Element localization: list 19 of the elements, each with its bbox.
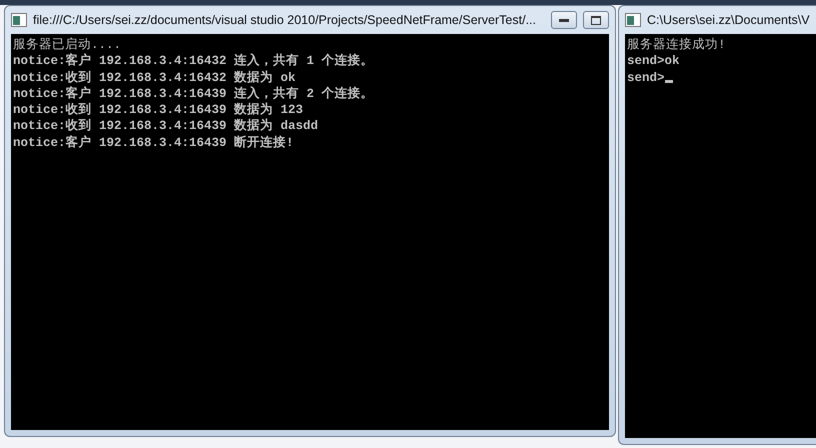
console-line: notice:客户 192.168.3.4:16439 连入，共有 2 个连接。 [13, 86, 375, 102]
console-line: notice:收到 192.168.3.4:16432 数据为 ok [13, 70, 297, 86]
console-line: notice:客户 192.168.3.4:16432 连入，共有 1 个连接。 [13, 53, 375, 70]
window-title: C:\Users\sei.zz\Documents\V [647, 12, 811, 29]
console-line: send>ok [627, 53, 681, 70]
minimize-button[interactable] [551, 11, 577, 29]
console-icon [11, 13, 27, 27]
window-title: file:///C:/Users/sei.zz/documents/visual studio 2010/Projects/SpeedNetFrame/ServerTest/... [33, 12, 537, 29]
minimize-icon [559, 18, 569, 22]
console-icon [625, 13, 641, 27]
console-line: notice:收到 192.168.3.4:16439 数据为 dasdd [13, 118, 320, 135]
console-line: notice:收到 192.168.3.4:16439 数据为 123 [13, 102, 304, 118]
console-line: 服务器已启动.... [13, 37, 122, 53]
maximize-icon [591, 16, 601, 24]
console-line: 服务器连接成功! [627, 37, 727, 54]
maximize-button[interactable] [583, 11, 609, 29]
text-cursor [664, 80, 673, 83]
console-line: notice:客户 192.168.3.4:16439 断开连接! [13, 134, 295, 152]
console-line: send> [627, 70, 665, 86]
